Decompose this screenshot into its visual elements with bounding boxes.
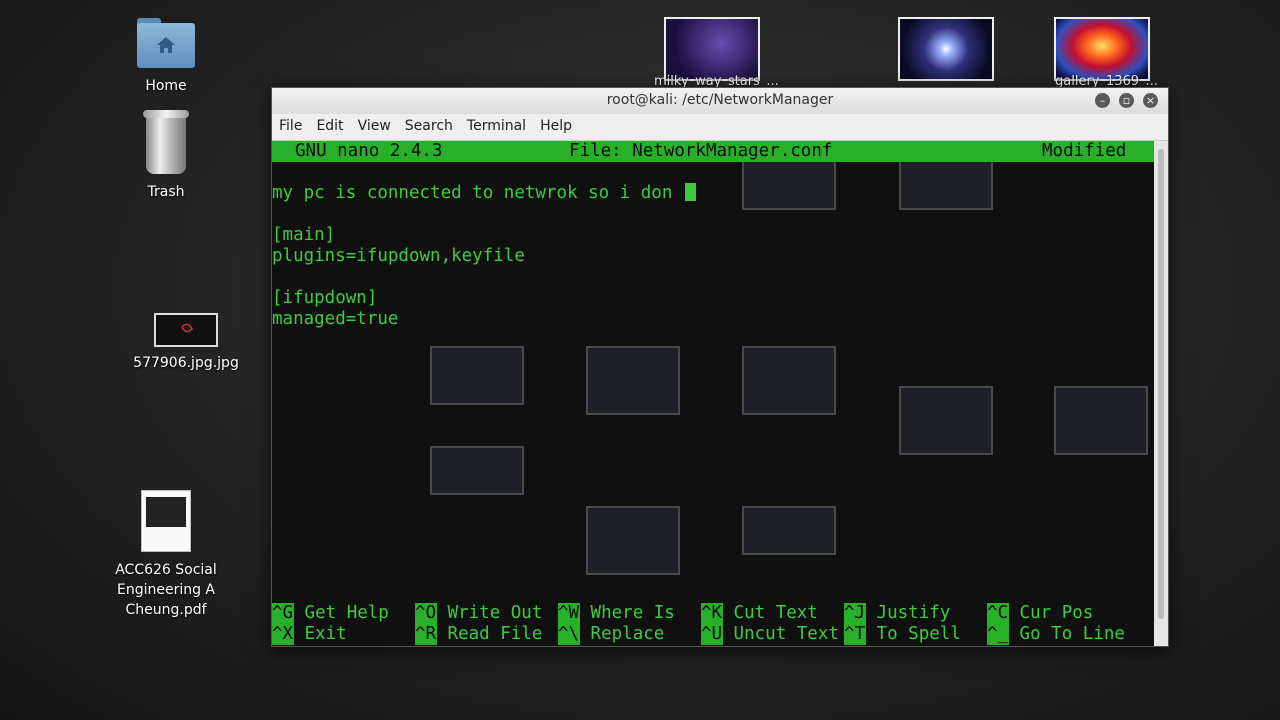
shortcut-uncut-text[interactable]: ^U Uncut Text: [701, 624, 839, 645]
shortcut-write-out[interactable]: ^O Write Out: [415, 603, 542, 624]
shortcut-key: ^R: [415, 624, 437, 645]
vertical-scrollbar[interactable]: [1154, 141, 1168, 646]
background-thumbnail: [586, 506, 680, 575]
trash-icon: [143, 110, 189, 174]
desktop-icon-trash[interactable]: Trash: [101, 110, 231, 202]
shortcut-label: Uncut Text: [733, 624, 839, 644]
shortcut-get-help[interactable]: ^G Get Help: [272, 603, 389, 624]
shortcut-key: ^K: [701, 603, 723, 624]
shortcut-key: ^T: [844, 624, 866, 645]
close-button[interactable]: ×: [1143, 93, 1158, 108]
shortcut-exit[interactable]: ^X Exit: [272, 624, 347, 645]
shortcut-where-is[interactable]: ^W Where Is: [558, 603, 675, 624]
gallery-thumbnail-icon[interactable]: [1054, 17, 1150, 81]
shortcut-key: ^_: [987, 624, 1009, 645]
shortcut-key: ^\: [558, 624, 580, 645]
terminal-area[interactable]: GNU nano 2.4.3 File: NetworkManager.conf…: [272, 141, 1154, 646]
desktop-icon-pdf[interactable]: ACC626 Social Engineering A Cheung.pdf: [101, 490, 231, 620]
image-thumbnail-icon: [154, 313, 218, 347]
terminal-window: root@kali: /etc/NetworkManager – ▫ × Fil…: [271, 87, 1169, 647]
desktop-icon-label: Trash: [147, 184, 185, 200]
shortcut-label: Exit: [304, 624, 347, 644]
editor-line[interactable]: managed=true: [272, 309, 398, 330]
menu-terminal[interactable]: Terminal: [460, 114, 533, 134]
editor-line[interactable]: plugins=ifupdown,keyfile: [272, 246, 525, 267]
shortcut-read-file[interactable]: ^R Read File: [415, 624, 542, 645]
menu-edit[interactable]: Edit: [309, 114, 350, 134]
shortcut-to-spell[interactable]: ^T To Spell: [844, 624, 961, 645]
background-thumbnail: [742, 506, 836, 555]
desktop-icon-label: ACC626 Social Engineering A Cheung.pdf: [115, 562, 217, 618]
shortcut-label: Replace: [590, 624, 665, 644]
shortcut-justify[interactable]: ^J Justify: [844, 603, 950, 624]
background-thumbnail: [430, 446, 524, 495]
background-thumbnail: [742, 346, 836, 415]
editor-line[interactable]: [ifupdown]: [272, 288, 377, 309]
shortcut-label: To Spell: [876, 624, 961, 644]
shortcut-go-to-line[interactable]: ^_ Go To Line: [987, 624, 1125, 645]
shortcut-label: Go To Line: [1019, 624, 1125, 644]
menu-view[interactable]: View: [351, 114, 398, 134]
editor-line-text: my pc is connected to netwrok so i don: [272, 183, 683, 203]
scrollbar-thumb[interactable]: [1158, 149, 1164, 619]
background-thumbnail: [586, 346, 680, 415]
menu-help[interactable]: Help: [533, 114, 579, 134]
nano-filename: File: NetworkManager.conf: [569, 141, 833, 161]
shortcut-label: Justify: [876, 603, 951, 623]
desktop-icon-home[interactable]: Home: [101, 18, 231, 96]
maximize-button[interactable]: ▫: [1119, 93, 1134, 108]
shortcut-key: ^J: [844, 603, 866, 624]
shortcut-label: Write Out: [447, 603, 543, 623]
pdf-file-icon: [141, 490, 191, 552]
nano-header-bar: GNU nano 2.4.3 File: NetworkManager.conf…: [272, 141, 1154, 162]
background-thumbnail: [430, 346, 524, 405]
nano-status: Modified: [1042, 141, 1127, 161]
home-folder-icon: [137, 18, 195, 68]
shortcut-label: Where Is: [590, 603, 675, 623]
desktop-icon-image[interactable]: 577906.jpg.jpg: [121, 313, 251, 373]
shortcut-label: Cut Text: [733, 603, 818, 623]
shortcut-label: Get Help: [304, 603, 389, 623]
shortcut-key: ^X: [272, 624, 294, 645]
menu-file[interactable]: File: [272, 114, 309, 134]
desktop-icon-label: Home: [145, 78, 187, 94]
editor-line[interactable]: [main]: [272, 225, 335, 246]
starburst-thumbnail-icon[interactable]: [898, 17, 994, 81]
background-thumbnail: [1054, 386, 1148, 455]
menu-search[interactable]: Search: [398, 114, 460, 134]
text-cursor: [684, 183, 696, 201]
window-title: root@kali: /etc/NetworkManager: [606, 92, 834, 108]
shortcut-key: ^U: [701, 624, 723, 645]
title-bar[interactable]: root@kali: /etc/NetworkManager – ▫ ×: [272, 88, 1168, 114]
background-thumbnail: [899, 386, 993, 455]
shortcut-label: Cur Pos: [1019, 603, 1094, 623]
shortcut-key: ^W: [558, 603, 580, 624]
shortcut-key: ^O: [415, 603, 437, 624]
minimize-button[interactable]: –: [1095, 93, 1110, 108]
desktop-icon-label: 577906.jpg.jpg: [133, 355, 239, 371]
shortcut-replace[interactable]: ^\ Replace: [558, 624, 664, 645]
shortcut-key: ^G: [272, 603, 294, 624]
shortcut-cur-pos[interactable]: ^C Cur Pos: [987, 603, 1093, 624]
menu-bar: File Edit View Search Terminal Help: [272, 114, 1168, 141]
shortcut-label: Read File: [447, 624, 543, 644]
editor-line[interactable]: my pc is connected to netwrok so i don: [272, 183, 696, 204]
nano-version: GNU nano 2.4.3: [295, 141, 443, 161]
shortcut-key: ^C: [987, 603, 1009, 624]
shortcut-cut-text[interactable]: ^K Cut Text: [701, 603, 818, 624]
milky-way-thumbnail-icon[interactable]: [664, 17, 760, 81]
